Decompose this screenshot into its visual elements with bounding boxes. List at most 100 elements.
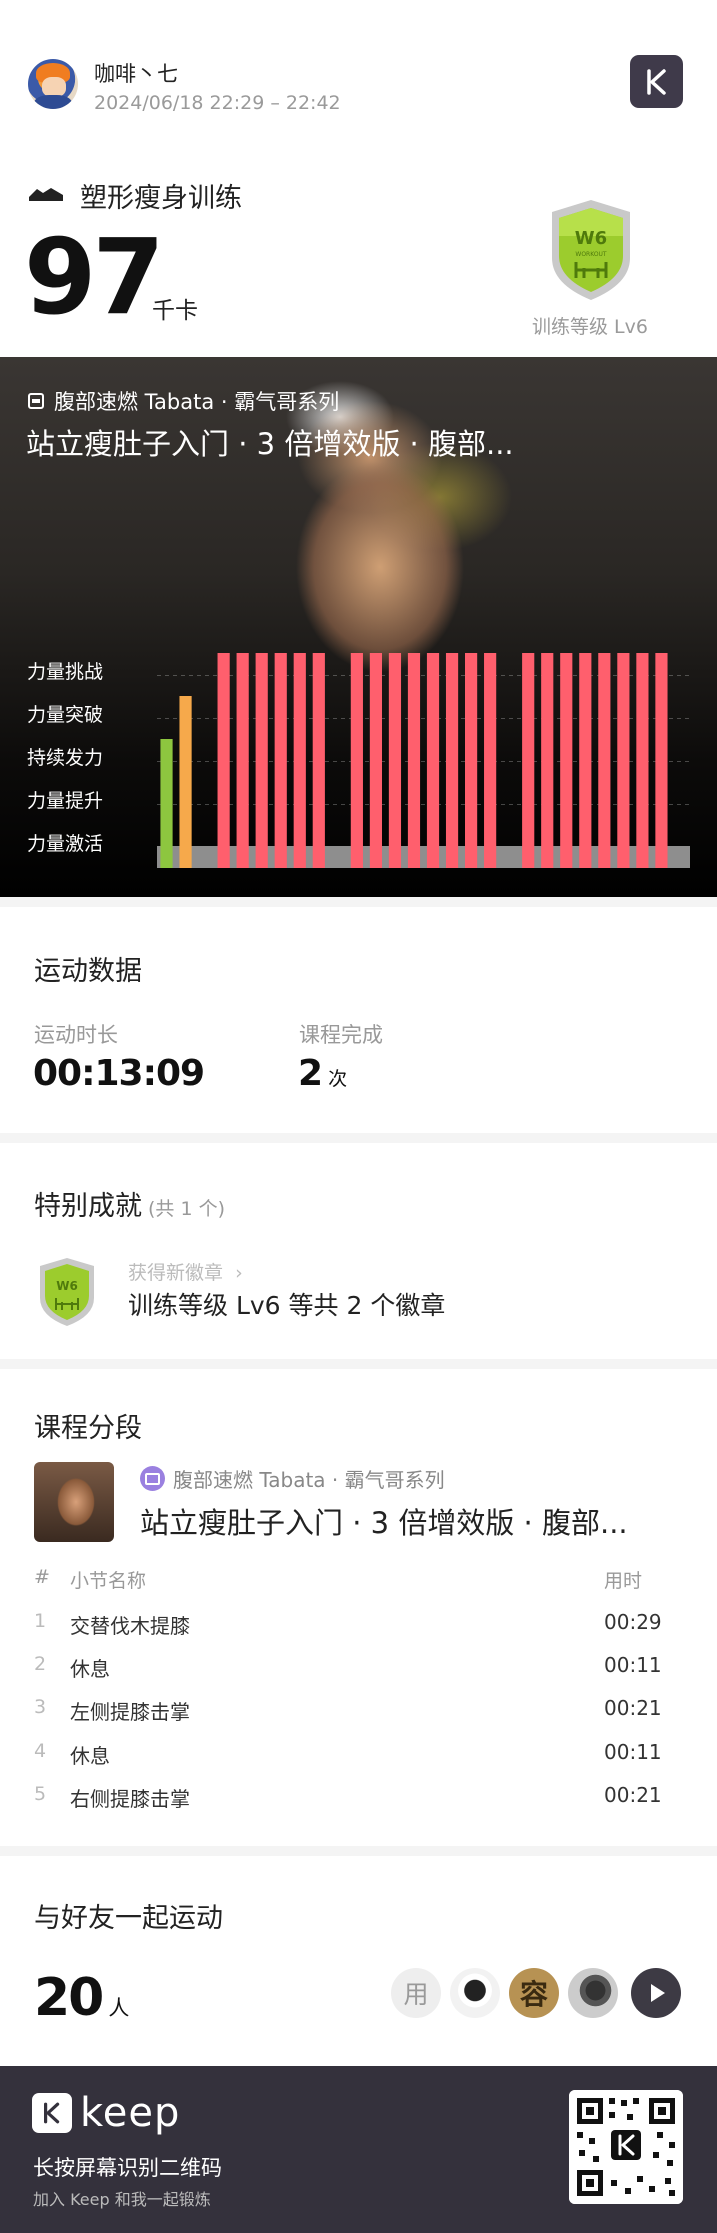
join-text: 加入 Keep 和我一起锻炼 bbox=[33, 2190, 211, 2209]
achievements-count: (共 1 个) bbox=[148, 1198, 225, 1220]
keep-k-icon bbox=[646, 68, 666, 95]
keep-wordmark: keep bbox=[80, 2090, 181, 2136]
segment-name: 右侧提膝击掌 bbox=[70, 1787, 190, 1811]
friend-avatar[interactable]: 容 bbox=[509, 1968, 559, 2018]
avatar-face bbox=[42, 77, 66, 97]
badge-sub-text: WORKOUT bbox=[575, 251, 607, 258]
share-footer: keep 长按屏幕识别二维码 加入 Keep 和我一起锻炼 bbox=[0, 2066, 717, 2233]
segment-time: 00:11 bbox=[604, 1653, 662, 1677]
segment-time: 00:21 bbox=[604, 1783, 662, 1807]
keep-logo-button[interactable] bbox=[630, 55, 683, 108]
segment-index: 1 bbox=[34, 1610, 47, 1632]
user-avatar[interactable] bbox=[28, 59, 78, 109]
chart-bar bbox=[655, 653, 668, 868]
friend-avatar-used[interactable]: 用 bbox=[391, 1968, 441, 2018]
completion-value: 2 bbox=[298, 1053, 323, 1094]
course-series-label: 腹部速燃 Tabata · 霸气哥系列 bbox=[173, 1468, 445, 1492]
friend-count: 20 人 bbox=[34, 1968, 129, 2028]
segment-index: 4 bbox=[34, 1740, 47, 1762]
level-badge-icon[interactable]: W6 WORKOUT bbox=[546, 196, 636, 304]
chart-bar bbox=[369, 653, 383, 868]
friend-count-value: 20 bbox=[34, 1968, 104, 2028]
chart-bar bbox=[617, 653, 630, 868]
chart-bar bbox=[293, 653, 306, 868]
chart-bar bbox=[522, 653, 535, 868]
segment-row: 4 休息 00:11 bbox=[0, 1730, 717, 1773]
achievements-section-title: 特别成就 (共 1 个) bbox=[34, 1184, 225, 1223]
friends-card: 与好友一起运动 bbox=[0, 1856, 717, 2066]
chart-bar bbox=[350, 653, 363, 868]
segment-index: 5 bbox=[34, 1783, 47, 1805]
friend-avatar[interactable] bbox=[450, 1968, 500, 2018]
segment-index: 2 bbox=[34, 1653, 47, 1675]
chart-bar bbox=[312, 653, 325, 868]
chart-bar bbox=[560, 653, 573, 868]
chart-bar bbox=[160, 739, 173, 868]
segment-name: 休息 bbox=[70, 1744, 110, 1768]
segment-time: 00:21 bbox=[604, 1696, 662, 1720]
chart-bar bbox=[541, 653, 554, 868]
chevron-right-icon: › bbox=[235, 1262, 243, 1284]
avatar-body bbox=[34, 95, 72, 109]
new-badge-link[interactable]: 获得新徽章 › bbox=[128, 1258, 243, 1285]
friend-count-unit: 人 bbox=[108, 1996, 130, 2020]
play-icon[interactable] bbox=[631, 1968, 681, 2018]
achievements-title: 特别成就 bbox=[34, 1191, 142, 1222]
achievements-card: 特别成就 (共 1 个) bbox=[0, 1143, 717, 1359]
calories-unit: 千卡 bbox=[152, 298, 198, 324]
segment-time: 00:29 bbox=[604, 1610, 662, 1634]
stats-card: 运动数据 运动时长 00:13:09 课程完成 2次 bbox=[0, 907, 717, 1133]
keep-brand: keep bbox=[32, 2093, 180, 2133]
workout-type-title: 塑形瘦身训练 bbox=[80, 183, 242, 214]
badge-level-text: W6 bbox=[575, 228, 607, 249]
workout-summary-header: 咖啡丶七 2024/06/18 22:29 – 22:42 塑形瘦身训练 97 … bbox=[0, 0, 717, 357]
segment-row: 3 左侧提膝击掌 00:21 bbox=[0, 1686, 717, 1729]
qr-code[interactable] bbox=[569, 2090, 683, 2204]
segment-row: 2 休息 00:11 bbox=[0, 1643, 717, 1686]
username[interactable]: 咖啡丶七 bbox=[94, 58, 178, 88]
segment-name: 休息 bbox=[70, 1657, 110, 1681]
keep-k-icon bbox=[32, 2093, 72, 2133]
scan-instruction: 长按屏幕识别二维码 bbox=[33, 2156, 222, 2180]
new-badge-label: 获得新徽章 bbox=[128, 1262, 224, 1284]
chart-bar bbox=[484, 653, 497, 868]
chart-bar bbox=[579, 653, 592, 868]
badge-summary[interactable]: 训练等级 Lv6 等共 2 个徽章 bbox=[128, 1286, 445, 1322]
segments-section-title: 课程分段 bbox=[34, 1413, 142, 1444]
chart-bar bbox=[598, 653, 611, 868]
segment-time: 00:11 bbox=[604, 1740, 662, 1764]
col-time-header: 用时 bbox=[604, 1570, 643, 1592]
segment-name: 左侧提膝击掌 bbox=[70, 1700, 190, 1724]
completion-unit: 次 bbox=[328, 1068, 348, 1090]
completion-label: 课程完成 bbox=[299, 1023, 383, 1047]
chart-bar bbox=[236, 653, 249, 868]
col-index-header: # bbox=[34, 1566, 50, 1588]
friend-avatar[interactable] bbox=[568, 1968, 618, 2018]
chart-bar bbox=[407, 653, 421, 868]
duration-value: 00:13:09 bbox=[33, 1053, 205, 1094]
training-shoe-icon bbox=[29, 188, 63, 201]
calories-value: 97 bbox=[24, 216, 165, 338]
course-series[interactable]: 腹部速燃 Tabata · 霸气哥系列 bbox=[140, 1464, 445, 1493]
chart-bar bbox=[636, 653, 649, 868]
chart-bar bbox=[445, 653, 459, 868]
course-hero[interactable]: 腹部速燃 Tabata · 霸气哥系列 站立瘦肚子入门 · 3 倍增效版 · 腹… bbox=[0, 357, 717, 897]
chart-bar bbox=[217, 653, 230, 868]
chart-bar bbox=[274, 653, 287, 868]
completion-value-wrap: 2次 bbox=[298, 1053, 347, 1094]
course-title[interactable]: 站立瘦肚子入门 · 3 倍增效版 · 腹部... bbox=[140, 1500, 628, 1542]
segment-row: 5 右侧提膝击掌 00:21 bbox=[0, 1773, 717, 1816]
duration-label: 运动时长 bbox=[34, 1023, 118, 1047]
training-level-label: 训练等级 Lv6 bbox=[532, 316, 648, 338]
achievement-badge-icon[interactable]: W6 bbox=[36, 1256, 98, 1328]
segment-index: 3 bbox=[34, 1696, 47, 1718]
stats-section-title: 运动数据 bbox=[34, 956, 142, 987]
friends-section-title: 与好友一起运动 bbox=[34, 1903, 223, 1934]
chart-bar bbox=[426, 653, 440, 868]
workout-time-range: 2024/06/18 22:29 – 22:42 bbox=[94, 92, 341, 114]
course-thumbnail[interactable] bbox=[34, 1462, 114, 1542]
segment-name: 交替伐木提膝 bbox=[70, 1614, 190, 1638]
ach-badge-text: W6 bbox=[56, 1279, 78, 1293]
chart-bar bbox=[255, 653, 268, 868]
series-stack-icon bbox=[140, 1466, 165, 1491]
